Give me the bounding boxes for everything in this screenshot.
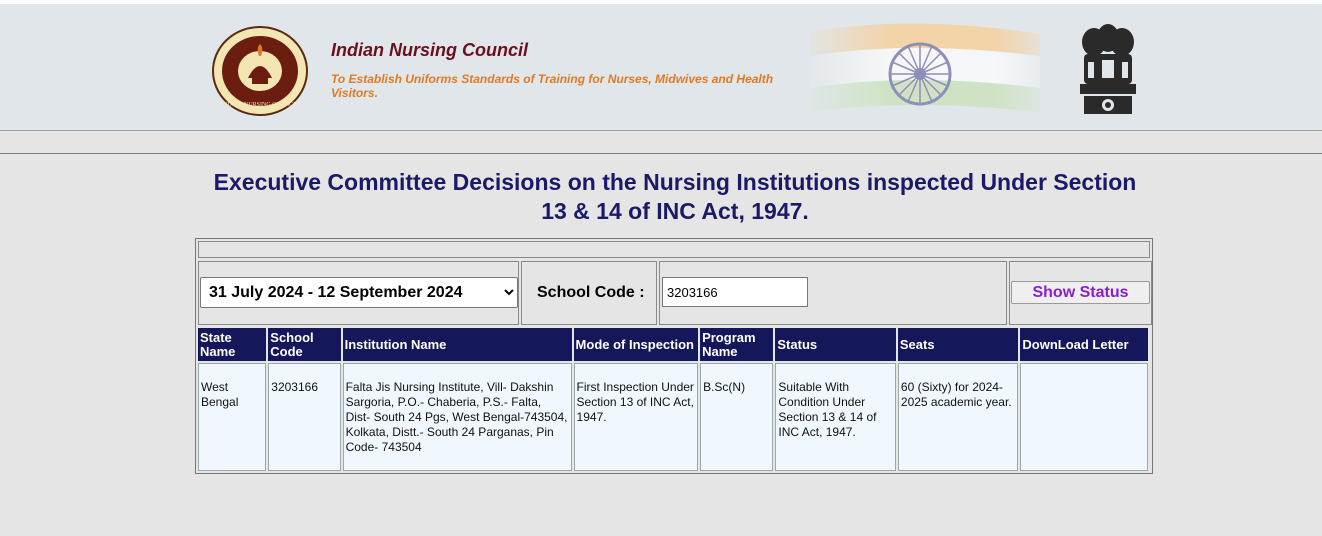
cell-institution: Falta Jis Nursing Institute, Vill- Daksh… — [342, 363, 572, 471]
cell-download[interactable] — [1020, 363, 1148, 471]
cell-seats: 60 (Sixty) for 2024-2025 academic year. — [897, 363, 1019, 471]
national-emblem-icon — [1080, 24, 1136, 114]
results-table: State Name School Code Institution Name … — [196, 326, 1150, 473]
col-state-name: State Name — [198, 328, 267, 361]
school-code-input[interactable] — [662, 277, 808, 307]
cell-status: Suitable With Condition Under Section 13… — [775, 363, 896, 471]
col-school-code: School Code — [268, 328, 341, 361]
header-banner: INDIAN NURSING COUNCIL Indian Nursing Co… — [0, 4, 1322, 131]
table-header-row: State Name School Code Institution Name … — [198, 328, 1148, 361]
page-title: Executive Committee Decisions on the Nur… — [213, 169, 1137, 224]
cell-state: West Bengal — [198, 363, 267, 471]
header-divider — [0, 153, 1322, 154]
period-select[interactable]: 31 July 2024 - 12 September 2024 — [200, 277, 518, 308]
col-seats: Seats — [897, 328, 1019, 361]
show-status-button[interactable]: Show Status — [1011, 281, 1150, 304]
org-tagline: To Establish Uniforms Standards of Train… — [331, 72, 774, 100]
school-code-label: School Code : — [537, 284, 645, 301]
col-institution-name: Institution Name — [342, 328, 572, 361]
table-row: West Bengal 3203166 Falta Jis Nursing In… — [198, 363, 1148, 471]
india-flag-icon — [800, 14, 1060, 126]
cell-school-code: 3203166 — [268, 363, 341, 471]
col-download-letter: DownLoad Letter — [1020, 328, 1148, 361]
panel-top-bar — [198, 241, 1150, 258]
inc-logo-icon: INDIAN NURSING COUNCIL — [212, 26, 308, 116]
cell-mode: First Inspection Under Section 13 of INC… — [573, 363, 699, 471]
logo-text: INDIAN NURSING COUNCIL — [221, 102, 299, 108]
col-program-name: Program Name — [700, 328, 774, 361]
cell-program: B.Sc(N) — [700, 363, 774, 471]
col-status: Status — [775, 328, 896, 361]
org-name: Indian Nursing Council — [331, 40, 528, 60]
col-mode-of-inspection: Mode of Inspection — [573, 328, 699, 361]
